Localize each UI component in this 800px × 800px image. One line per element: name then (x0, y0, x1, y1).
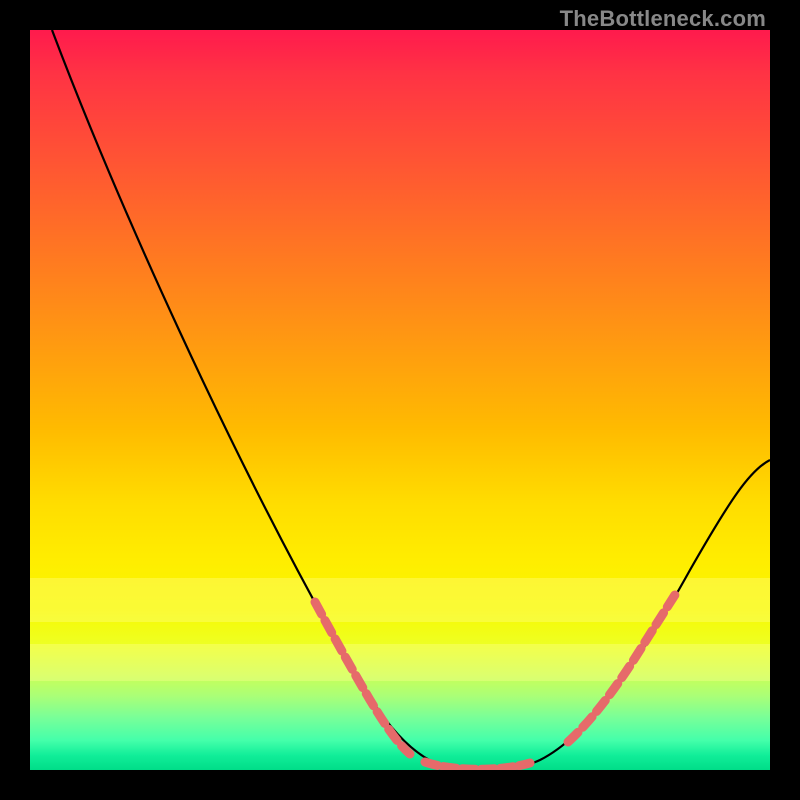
highlight-right-ascent (568, 590, 678, 742)
bottleneck-curve (30, 30, 770, 770)
curve-path (52, 30, 770, 770)
watermark-text: TheBottleneck.com (560, 6, 766, 32)
highlight-valley (425, 762, 530, 769)
chart-plot-area (30, 30, 770, 770)
